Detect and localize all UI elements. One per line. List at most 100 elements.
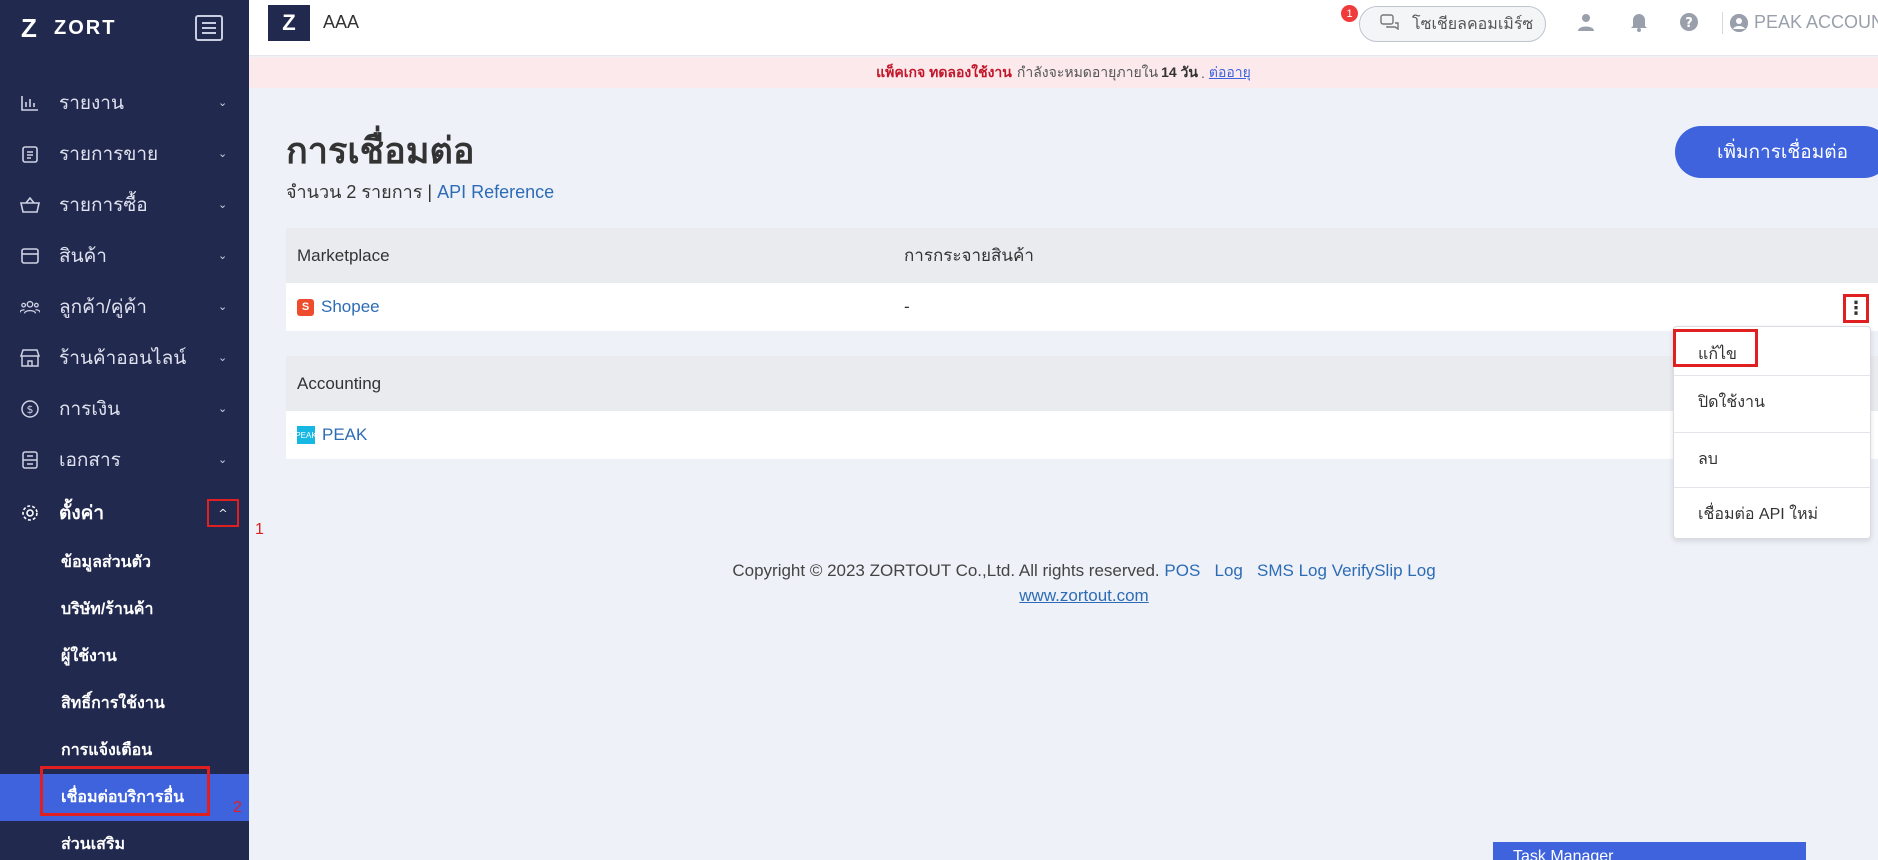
bar-chart-icon [20,93,40,113]
peak-link[interactable]: PEAK PEAK [295,425,367,445]
brand[interactable]: Z ZORT [0,0,249,56]
banner-text: กำลังจะหมดอายุภายใน [1016,63,1159,80]
peak-icon: PEAK [295,426,317,444]
trial-banner: แพ็คเกจ ทดลองใช้งาน กำลังจะหมดอายุภายใน … [249,57,1878,88]
sidebar-item-label: เอกสาร [59,449,121,471]
marketplace-name: Shopee [321,297,380,316]
sidebar-subitem-addons[interactable]: ส่วนเสริม [0,821,249,860]
sidebar-item-label: รายงาน [59,92,124,114]
page-title: การเชื่อมต่อ [286,130,475,171]
sidebar-item-label: สินค้า [59,245,107,267]
trial-label: แพ็คเกจ ทดลองใช้งาน [876,63,1012,80]
sidebar-item-customers[interactable]: ลูกค้า/คู่ค้า ⌄ [0,281,249,332]
chevron-down-icon: ⌄ [218,300,228,313]
renew-link[interactable]: ต่ออายุ [1209,62,1251,84]
menu-toggle-button[interactable] [195,15,223,41]
account-menu[interactable]: PEAK ACCOUN [1730,12,1878,33]
connection-count: จำนวน 2 รายการ | [286,182,433,202]
table-header: Marketplace การกระจายสินค้า [286,228,1878,283]
dollar-circle-icon: $ [20,399,40,419]
settings-collapse-toggle[interactable]: ^ [207,499,239,527]
footer-link-verifyslip-log[interactable]: VerifySlip Log [1332,561,1436,580]
sidebar-subitem-company[interactable]: บริษัท/ร้านค้า [0,586,249,633]
annotation-1: 1 [255,521,264,538]
task-manager-panel[interactable]: Task Manager [1493,842,1806,860]
social-commerce-label: โซเชียลคอมเมิร์ซ [1412,15,1534,33]
page-subtitle: จำนวน 2 รายการ | API Reference [286,177,554,206]
footer-link-pos[interactable]: POS [1164,561,1200,580]
add-connection-button[interactable]: เพิ่มการเชื่อมต่อ [1675,126,1878,178]
copyright-text: Copyright © 2023 ZORTOUT Co.,Ltd. All ri… [732,561,1160,580]
sidebar-item-sales[interactable]: รายการขาย ⌄ [0,128,249,179]
sidebar-subitem-users[interactable]: ผู้ใช้งาน [0,633,249,680]
sidebar-subitem-label: ส่วนเสริม [61,836,126,853]
more-options-icon[interactable]: ⋮ [1843,294,1869,323]
chevron-down-icon: ⌄ [218,351,228,364]
sidebar-subitem-label: สิทธิ์การใช้งาน [61,695,165,712]
banner-days: 14 วัน [1161,63,1198,80]
users-icon [20,297,40,317]
sidebar-item-purchases[interactable]: รายการซื้อ ⌄ [0,179,249,230]
sidebar-subitem-permissions[interactable]: สิทธิ์การใช้งาน [0,680,249,727]
sidebar-item-label: ร้านค้าออนไลน์ [59,347,187,369]
menu-item-label: ปิดใช้งาน [1698,394,1765,411]
footer-site-link[interactable]: www.zortout.com [1019,586,1148,605]
help-icon[interactable]: ? [1677,10,1701,34]
header-divider [1722,12,1723,34]
store-icon [20,348,40,368]
chevron-down-icon: ⌄ [218,402,228,415]
user-notifications-icon[interactable] [1576,10,1600,34]
column-header: การกระจายสินค้า [904,246,1034,265]
sidebar-subitem-profile[interactable]: ข้อมูลส่วนตัว [0,539,249,586]
sidebar-item-finance[interactable]: $ การเงิน ⌄ [0,383,249,434]
shopee-link[interactable]: S Shopee [297,297,380,317]
menu-item-delete[interactable]: ลบ [1674,432,1870,487]
social-commerce-button[interactable]: โซเชียลคอมเมิร์ซ [1359,6,1546,42]
shop-name[interactable]: AAA [323,12,359,33]
chevron-down-icon: ⌄ [218,96,228,109]
footer-link-sms-log[interactable]: SMS Log [1257,561,1327,580]
menu-item-reconnect-api[interactable]: เชื่อมต่อ API ใหม่ [1674,487,1870,542]
sidebar-subitem-label: การแจ้งเตือน [61,742,153,759]
marketplace-table: Marketplace การกระจายสินค้า S Shopee - [286,228,1878,331]
sidebar-item-reports[interactable]: รายงาน ⌄ [0,77,249,128]
table-row: PEAK PEAK [286,411,1878,459]
chevron-down-icon: ⌄ [218,147,228,160]
brand-name: ZORT [54,16,117,39]
sidebar-item-label: การเงิน [59,398,121,420]
sidebar-subitem-label: บริษัท/ร้านค้า [61,601,154,618]
sidebar-item-label: รายการขาย [59,143,159,165]
chevron-down-icon: ⌄ [218,453,228,466]
chevron-down-icon: ⌄ [218,198,228,211]
sidebar-item-online-store[interactable]: ร้านค้าออนไลน์ ⌄ [0,332,249,383]
user-avatar-icon [1730,13,1748,32]
highlight-box-integrations [40,766,210,816]
sidebar-subitem-label: ข้อมูลส่วนตัว [61,554,151,571]
notification-badge: 1 [1341,5,1358,22]
chevron-up-icon: ^ [218,506,228,520]
sidebar-item-label: รายการซื้อ [59,194,148,216]
box-icon [20,246,40,266]
chevron-down-icon: ⌄ [218,249,228,262]
api-reference-link[interactable]: API Reference [437,182,554,202]
chat-icon [1380,13,1400,35]
top-header: Z AAA โซเชียลคอมเมิร์ซ ? PEAK ACCOUN [249,0,1878,56]
menu-item-label: ลบ [1698,451,1718,468]
footer: Copyright © 2023 ZORTOUT Co.,Ltd. All ri… [249,558,1878,608]
shop-logo: Z [268,5,310,41]
shopee-icon: S [297,298,314,316]
sidebar-item-products[interactable]: สินค้า ⌄ [0,230,249,281]
accounting-table: Accounting PEAK PEAK [286,356,1878,459]
document-icon [20,450,40,470]
sidebar-subitem-label: ผู้ใช้งาน [61,648,117,665]
clipboard-icon [20,144,40,164]
bell-icon[interactable] [1627,10,1651,34]
menu-item-disable[interactable]: ปิดใช้งาน [1674,375,1870,430]
footer-link-log[interactable]: Log [1214,561,1242,580]
svg-text:$: $ [27,403,34,416]
sidebar-item-label: ตั้งค่า [59,502,104,524]
column-header: Marketplace [297,245,390,265]
table-row: S Shopee - [286,283,1878,331]
sidebar-item-documents[interactable]: เอกสาร ⌄ [0,434,249,485]
basket-icon [20,195,40,215]
